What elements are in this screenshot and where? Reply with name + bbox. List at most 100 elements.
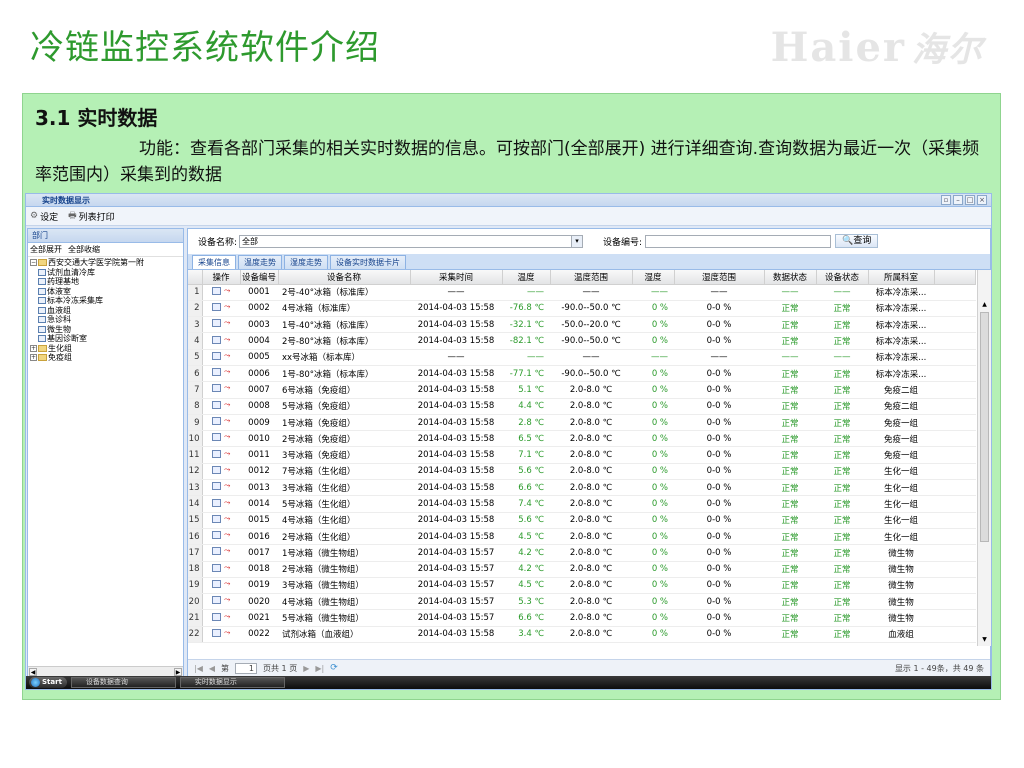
collapse-icon[interactable]: − <box>30 259 37 267</box>
trend-icon[interactable]: ⤳ <box>224 433 230 441</box>
scroll-left-icon[interactable]: ◀ <box>29 668 37 676</box>
chart-icon[interactable] <box>212 417 222 426</box>
tab-0[interactable]: 采集信息 <box>192 255 236 269</box>
tree-node[interactable]: 体液室 <box>30 287 181 297</box>
column-header[interactable]: 数据状态 <box>764 270 817 285</box>
table-row[interactable]: 18 ⤳ 0018 2号冰箱（微生物组） 2014-04-03 15:57 4.2 ℃ 2.… <box>188 561 976 578</box>
chart-icon[interactable] <box>212 465 222 474</box>
tree-node[interactable]: 药理基地 <box>30 277 181 287</box>
query-button[interactable]: 🔍查询 <box>835 234 879 248</box>
table-row[interactable]: 19 ⤳ 0019 3号冰箱（微生物组） 2014-04-03 15:57 4.5 ℃ 2.… <box>188 577 976 595</box>
chart-icon[interactable] <box>212 482 222 491</box>
tree-node[interactable]: − 西安交通大学医学院第一附 <box>30 258 181 268</box>
table-row[interactable]: 9 ⤳ 0009 1号冰箱（免疫组） 2014-04-03 15:58 2.8 ℃ 2.0-… <box>188 414 976 432</box>
scroll-up-icon[interactable]: ▲ <box>980 300 989 309</box>
trend-icon[interactable]: ⤳ <box>224 384 230 392</box>
trend-icon[interactable]: ⤳ <box>224 335 230 344</box>
trend-icon[interactable]: ⤳ <box>224 498 230 507</box>
chart-icon[interactable] <box>212 368 222 377</box>
tab-1[interactable]: 温度走势 <box>238 255 282 269</box>
column-header[interactable]: 操作 <box>202 270 241 285</box>
chart-icon[interactable] <box>212 449 222 458</box>
first-page-icon[interactable]: |◀ <box>194 664 203 673</box>
chevron-down-icon[interactable]: ▾ <box>571 235 583 247</box>
settings-button[interactable]: ⚙ 设定 <box>30 210 58 223</box>
close-icon[interactable]: × <box>977 195 987 205</box>
trend-icon[interactable]: ⤳ <box>224 286 230 295</box>
table-row[interactable]: 1 ⤳ 0001 2号-40°冰箱（标准库） —— —— —— —— —— —— —— 标本冷冻采..… <box>188 284 976 301</box>
start-button[interactable]: Start <box>29 677 67 688</box>
trend-icon[interactable]: ⤳ <box>224 351 230 360</box>
device-number-input[interactable] <box>645 234 832 248</box>
taskbar-item-device-query[interactable]: 设备数据查询 <box>70 677 176 688</box>
table-row[interactable]: 7 ⤳ 0007 6号冰箱（免疫组） 2014-04-03 15:58 5.1 ℃ 2.0-… <box>188 381 976 399</box>
table-row[interactable]: 6 ⤳ 0006 1号-80°冰箱（标本库） 2014-04-03 15:58 -77.1… <box>188 365 976 383</box>
chart-icon[interactable] <box>212 433 222 442</box>
table-row[interactable]: 13 ⤳ 0013 3号冰箱（生化组） 2014-04-03 15:58 6.6 ℃ 2.0… <box>188 479 976 497</box>
trend-icon[interactable]: ⤳ <box>224 547 230 555</box>
table-row[interactable]: 20 ⤳ 0020 4号冰箱（微生物组） 2014-04-03 15:57 5.3 ℃ 2.… <box>188 593 976 611</box>
last-page-icon[interactable]: ▶| <box>315 664 324 673</box>
chart-icon[interactable] <box>212 563 222 572</box>
expand-icon[interactable]: + <box>30 344 37 352</box>
print-list-button[interactable]: 🖶 列表打印 <box>68 208 115 224</box>
chart-icon[interactable] <box>212 302 222 311</box>
column-header[interactable]: 温度范围 <box>550 270 633 285</box>
restore-icon[interactable]: ▫ <box>941 195 951 205</box>
expand-icon[interactable]: + <box>30 354 37 362</box>
refresh-icon[interactable]: ⟳ <box>330 663 338 673</box>
table-row[interactable]: 5 ⤳ 0005 xx号冰箱（标本库） —— —— —— —— —— —— —— 标本冷冻采... <box>188 349 976 366</box>
column-header[interactable]: 所属科室 <box>868 270 935 285</box>
chart-icon[interactable] <box>212 400 222 409</box>
trend-icon[interactable]: ⤳ <box>224 514 230 523</box>
horizontal-scrollbar[interactable]: ◀ ▶ <box>28 666 183 676</box>
trend-icon[interactable]: ⤳ <box>224 612 230 621</box>
tree-node[interactable]: 血液组 <box>30 306 181 316</box>
taskbar-item-realtime[interactable]: 实时数据显示 <box>179 677 285 688</box>
expand-all-link[interactable]: 全部展开 <box>30 243 62 256</box>
chart-icon[interactable] <box>212 286 222 295</box>
table-row[interactable]: 15 ⤳ 0015 4号冰箱（生化组） 2014-04-03 15:58 5.6 ℃ 2.0… <box>188 512 976 529</box>
page-number-input[interactable]: 1 <box>235 662 258 674</box>
table-row[interactable]: 11 ⤳ 0011 3号冰箱（免疫组） 2014-04-03 15:58 7.1 ℃ 2.0… <box>188 446 976 464</box>
tree-node[interactable]: + 生化组 <box>30 344 181 354</box>
tab-3[interactable]: 设备实时数据卡片 <box>330 255 406 269</box>
tree-node[interactable]: 试剂血清冷库 <box>30 268 181 278</box>
trend-icon[interactable]: ⤳ <box>224 319 230 327</box>
collapse-all-link[interactable]: 全部收缩 <box>68 243 100 256</box>
table-row[interactable]: 21 ⤳ 0021 5号冰箱（微生物组） 2014-04-03 15:57 6.6 ℃ 2.… <box>188 609 976 627</box>
tab-2[interactable]: 湿度走势 <box>284 255 328 269</box>
table-row[interactable]: 17 ⤳ 0017 1号冰箱（微生物组） 2014-04-03 15:57 4.2 ℃ 2.… <box>188 544 976 562</box>
tree-node[interactable]: + 免疫组 <box>30 353 181 363</box>
chart-icon[interactable] <box>212 384 222 393</box>
minimize-icon[interactable]: – <box>953 195 963 205</box>
column-header[interactable]: 设备名称 <box>278 270 411 285</box>
trend-icon[interactable]: ⤳ <box>224 302 230 311</box>
trend-icon[interactable]: ⤳ <box>224 579 230 588</box>
table-row[interactable]: 16 ⤳ 0016 2号冰箱（生化组） 2014-04-03 15:58 4.5 ℃ 2.0… <box>188 528 976 546</box>
maximize-icon[interactable]: □ <box>965 195 975 205</box>
table-row[interactable]: 3 ⤳ 0003 1号-40°冰箱（标准库） 2014-04-03 15:58 -32.1… <box>188 316 976 334</box>
table-row[interactable]: 14 ⤳ 0014 5号冰箱（生化组） 2014-04-03 15:58 7.4 ℃ 2.0… <box>188 495 976 513</box>
chart-icon[interactable] <box>212 547 222 556</box>
table-row[interactable]: 22 ⤳ 0022 试剂冰箱（血液组） 2014-04-03 15:58 3.4 ℃ 2.0… <box>188 626 976 644</box>
tree-node[interactable]: 微生物 <box>30 325 181 335</box>
table-row[interactable]: 4 ⤳ 0004 2号-80°冰箱（标本库） 2014-04-03 15:58 -82.1… <box>188 332 976 350</box>
chart-icon[interactable] <box>212 351 222 360</box>
chart-icon[interactable] <box>212 531 222 540</box>
trend-icon[interactable]: ⤳ <box>224 417 230 425</box>
tree-node[interactable]: 标本冷冻采集库 <box>30 296 181 306</box>
trend-icon[interactable]: ⤳ <box>224 596 230 604</box>
chart-icon[interactable] <box>212 596 222 605</box>
chart-icon[interactable] <box>212 579 222 588</box>
tree-node[interactable]: 急诊科 <box>30 315 181 325</box>
trend-icon[interactable]: ⤳ <box>224 563 230 572</box>
table-row[interactable]: 12 ⤳ 0012 7号冰箱（生化组） 2014-04-03 15:58 5.6 ℃ 2.0… <box>188 463 976 481</box>
chart-icon[interactable] <box>212 319 222 328</box>
trend-icon[interactable]: ⤳ <box>224 531 230 539</box>
chart-icon[interactable] <box>212 628 222 637</box>
next-page-icon[interactable]: ▶ <box>303 664 309 673</box>
scroll-right-icon[interactable]: ▶ <box>174 668 182 676</box>
chart-icon[interactable] <box>212 498 222 507</box>
chart-icon[interactable] <box>212 335 222 344</box>
